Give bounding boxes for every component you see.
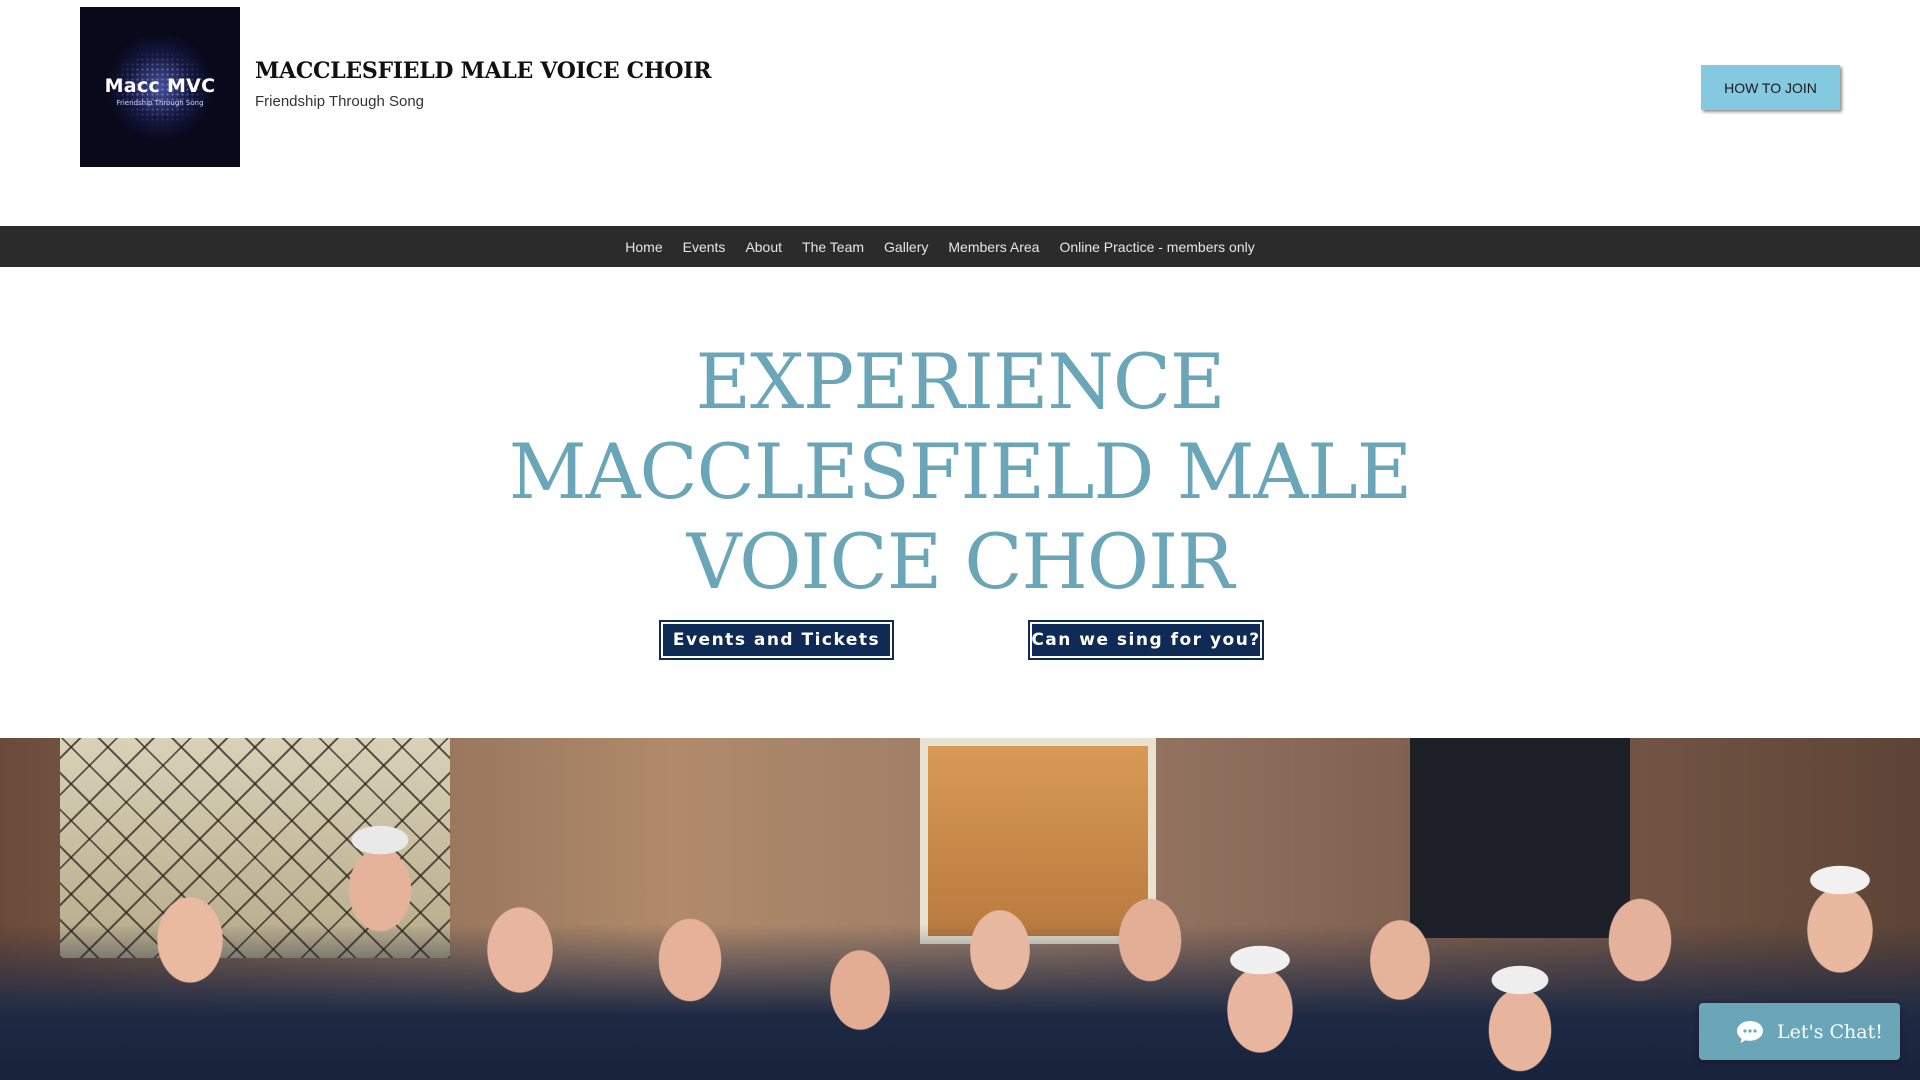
hero-title-line-2: MACCLESFIELD MALE	[508, 427, 1412, 516]
can-we-sing-button[interactable]: Can we sing for you?	[1028, 620, 1264, 660]
hero-title-line-3: VOICE CHOIR	[686, 517, 1235, 606]
nav-item-gallery[interactable]: Gallery	[874, 239, 938, 255]
site-logo[interactable]: Macc MVC Friendship Through Song	[80, 7, 240, 167]
hero-title: EXPERIENCE MACCLESFIELD MALE VOICE CHOIR	[0, 337, 1920, 607]
site-header: Macc MVC Friendship Through Song MACCLES…	[0, 0, 1920, 226]
nav-item-online-practice[interactable]: Online Practice - members only	[1049, 239, 1264, 255]
nav-item-events[interactable]: Events	[673, 239, 736, 255]
choir-hair-highlights	[0, 820, 1920, 1080]
chat-bubble-icon	[1735, 1019, 1765, 1045]
main-nav: Home Events About The Team Gallery Membe…	[0, 226, 1920, 267]
lets-chat-button[interactable]: Let's Chat!	[1699, 1003, 1900, 1060]
hero-title-line-1: EXPERIENCE	[695, 337, 1225, 426]
how-to-join-button[interactable]: HOW TO JOIN	[1701, 65, 1840, 110]
nav-items: Home Events About The Team Gallery Membe…	[615, 239, 1264, 255]
nav-item-about[interactable]: About	[735, 239, 792, 255]
site-tagline: Friendship Through Song	[255, 93, 424, 110]
choir-photo	[0, 738, 1920, 1080]
logo-title: Macc MVC	[104, 75, 216, 97]
nav-item-members-area[interactable]: Members Area	[938, 239, 1049, 255]
site-title[interactable]: MACCLESFIELD MALE VOICE CHOIR	[255, 58, 711, 84]
nav-item-the-team[interactable]: The Team	[792, 239, 874, 255]
events-and-tickets-button[interactable]: Events and Tickets	[659, 620, 894, 660]
chat-label: Let's Chat!	[1777, 1020, 1883, 1043]
nav-item-home[interactable]: Home	[615, 239, 672, 255]
logo-subtitle: Friendship Through Song	[116, 99, 204, 107]
